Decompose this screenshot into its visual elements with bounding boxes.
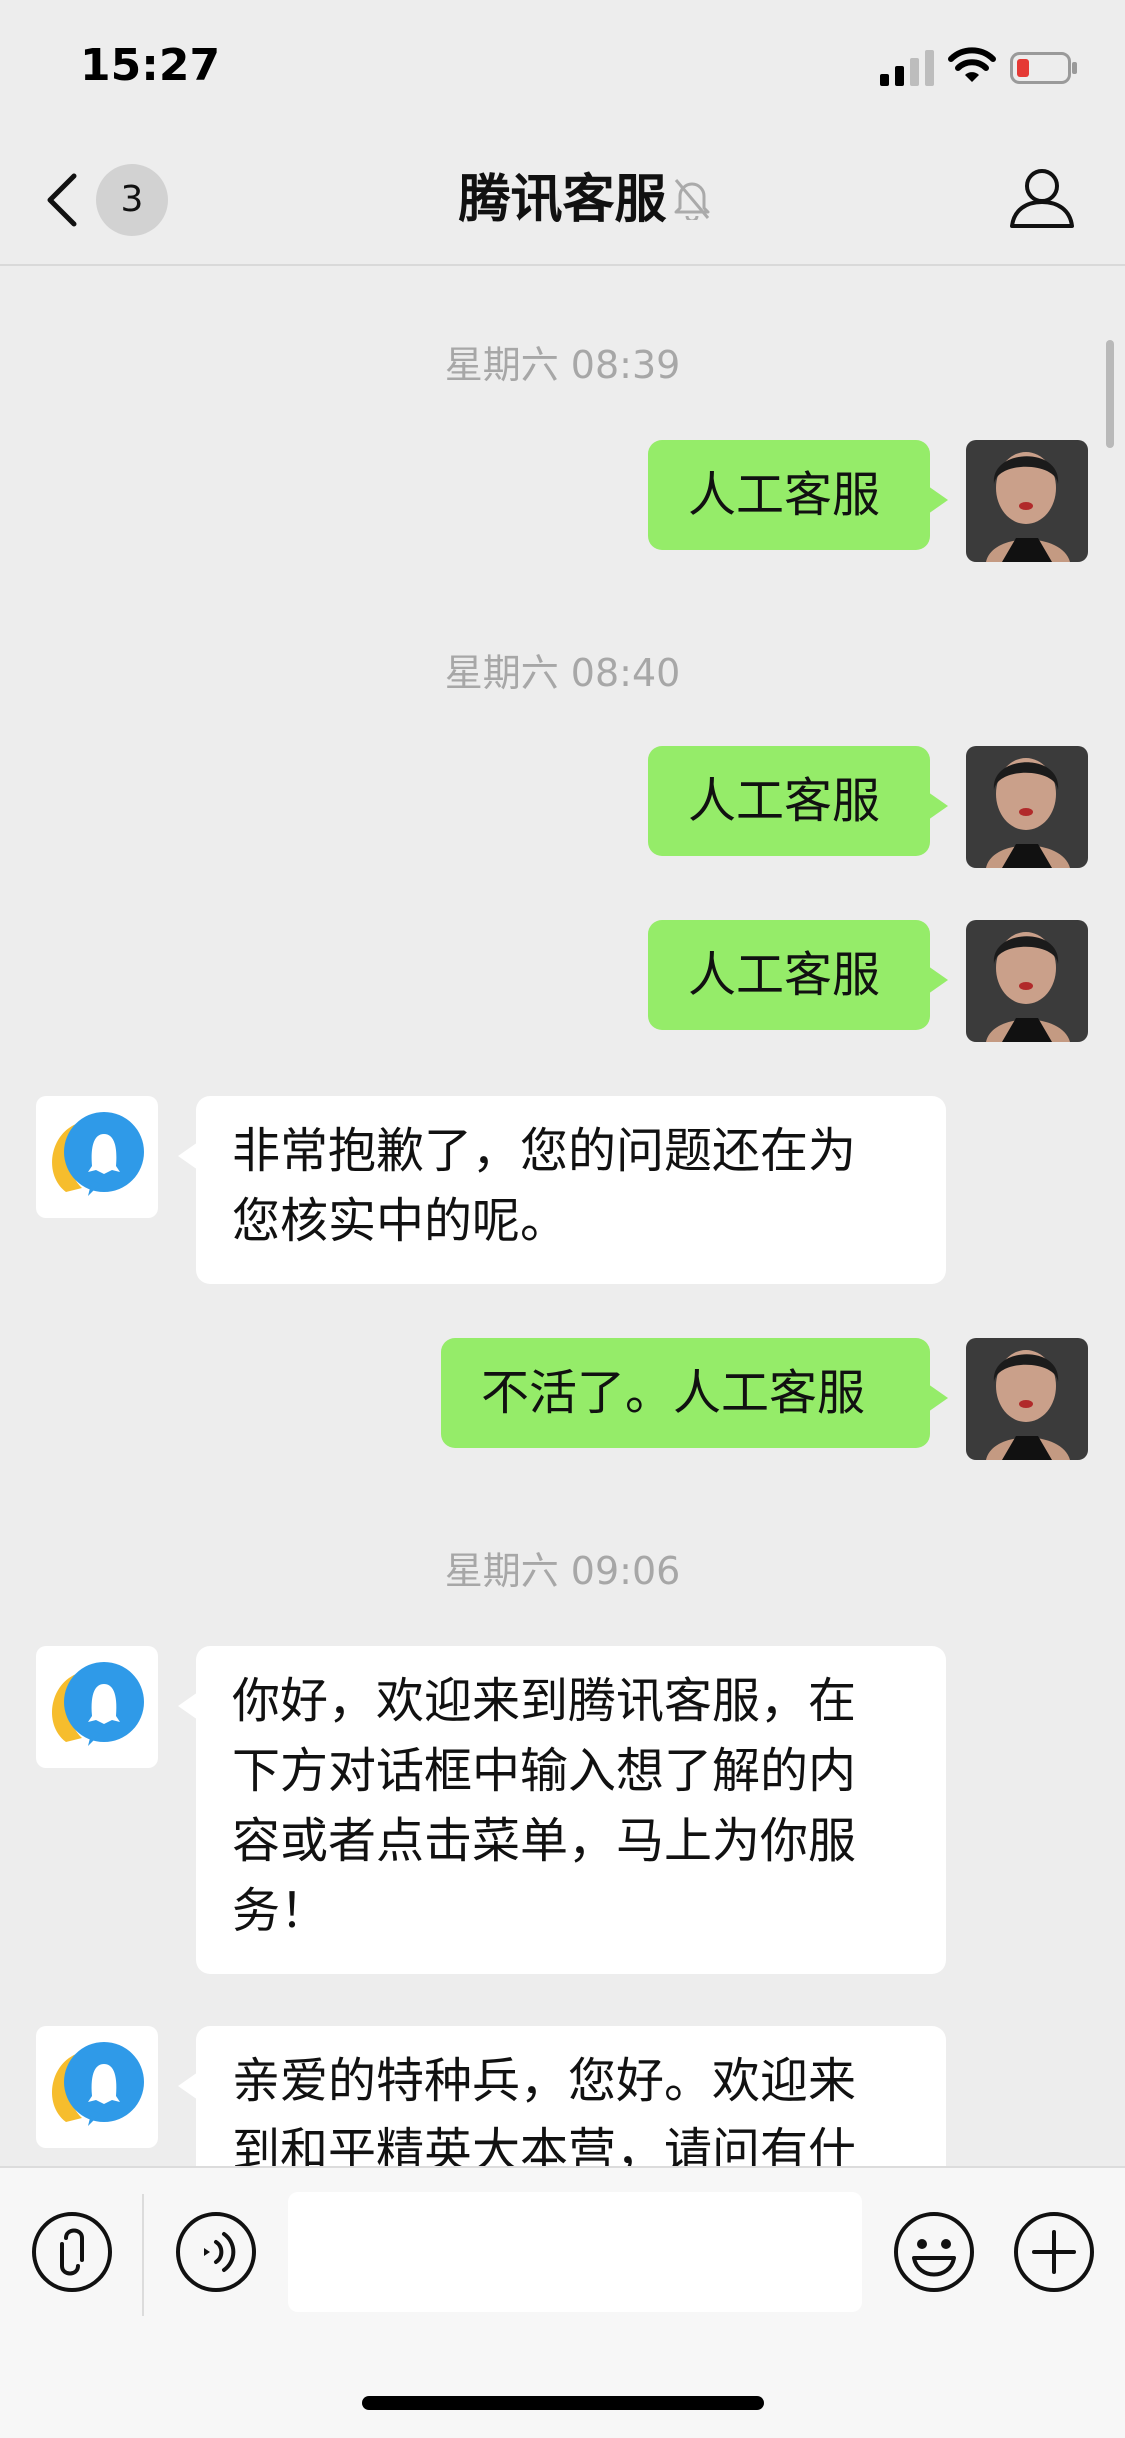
sent-message[interactable]: 人工客服 [648, 746, 948, 856]
qq-logo-icon [52, 1112, 144, 1196]
received-message[interactable]: 你好，欢迎来到腾讯客服，在 下方对话框中输入想了解的内 容或者点击菜单，马上为你… [178, 1646, 946, 1974]
plus-icon[interactable] [1012, 2210, 1096, 2294]
cellular-signal-icon [880, 50, 934, 86]
message-line: 到和平精英大本营，请问有什 [232, 2123, 857, 2166]
emoji-icon[interactable] [892, 2210, 976, 2294]
service-avatar[interactable] [36, 1096, 158, 1218]
message-line: 亲爱的特种兵，您好。欢迎来 [232, 2053, 857, 2109]
sent-message[interactable]: 不活了。人工客服 [441, 1338, 948, 1448]
timestamp: 星期六 08:40 [444, 651, 681, 695]
wifi-icon [948, 47, 996, 82]
status-bar: 15:27 [0, 0, 1125, 132]
sent-message[interactable]: 人工客服 [648, 920, 948, 1030]
timestamp: 星期六 08:39 [444, 343, 681, 387]
battery-icon [1010, 52, 1077, 84]
mute-icon [674, 179, 710, 220]
portrait-image [966, 1338, 1088, 1460]
service-avatar[interactable] [36, 2026, 158, 2148]
received-message[interactable]: 亲爱的特种兵，您好。欢迎来 到和平精英大本营，请问有什 [178, 2026, 946, 2166]
user-avatar[interactable] [966, 1338, 1088, 1460]
user-avatar[interactable] [966, 440, 1088, 562]
service-avatar[interactable] [36, 1646, 158, 1768]
message-line: 您核实中的呢。 [232, 1193, 569, 1249]
message-input[interactable] [288, 2192, 862, 2312]
received-message[interactable]: 非常抱歉了，您的问题还在为 您核实中的呢。 [178, 1096, 946, 1284]
chat-area[interactable]: 星期六 08:39 人工客服 星期六 08:40 人工客服 人工客服 非常抱歉了… [0, 266, 1125, 2166]
message-line: 你好，欢迎来到腾讯客服，在 [232, 1673, 857, 1729]
message-line: 非常抱歉了，您的问题还在为 [232, 1123, 857, 1179]
user-avatar[interactable] [966, 746, 1088, 868]
qq-logo-icon [52, 1662, 144, 1746]
status-time: 15:27 [80, 40, 221, 91]
mini-program-icon[interactable] [30, 2210, 114, 2294]
chat-title: 腾讯客服 [458, 170, 667, 230]
sent-message[interactable]: 人工客服 [648, 440, 948, 550]
portrait-image [966, 920, 1088, 1042]
message-line: 务！ [232, 1883, 329, 1939]
input-divider [142, 2194, 144, 2316]
message-line: 容或者点击菜单，马上为你服 [232, 1813, 857, 1869]
scroll-indicator[interactable] [1106, 340, 1114, 448]
timestamp: 星期六 09:06 [444, 1549, 681, 1593]
input-bar [0, 2166, 1125, 2438]
profile-icon[interactable] [1008, 166, 1076, 230]
portrait-image [966, 440, 1088, 562]
user-avatar[interactable] [966, 920, 1088, 1042]
voice-icon[interactable] [174, 2210, 258, 2294]
qq-logo-icon [52, 2042, 144, 2126]
message-line: 下方对话框中输入想了解的内 [232, 1743, 857, 1799]
portrait-image [966, 746, 1088, 868]
home-indicator[interactable] [362, 2396, 764, 2410]
